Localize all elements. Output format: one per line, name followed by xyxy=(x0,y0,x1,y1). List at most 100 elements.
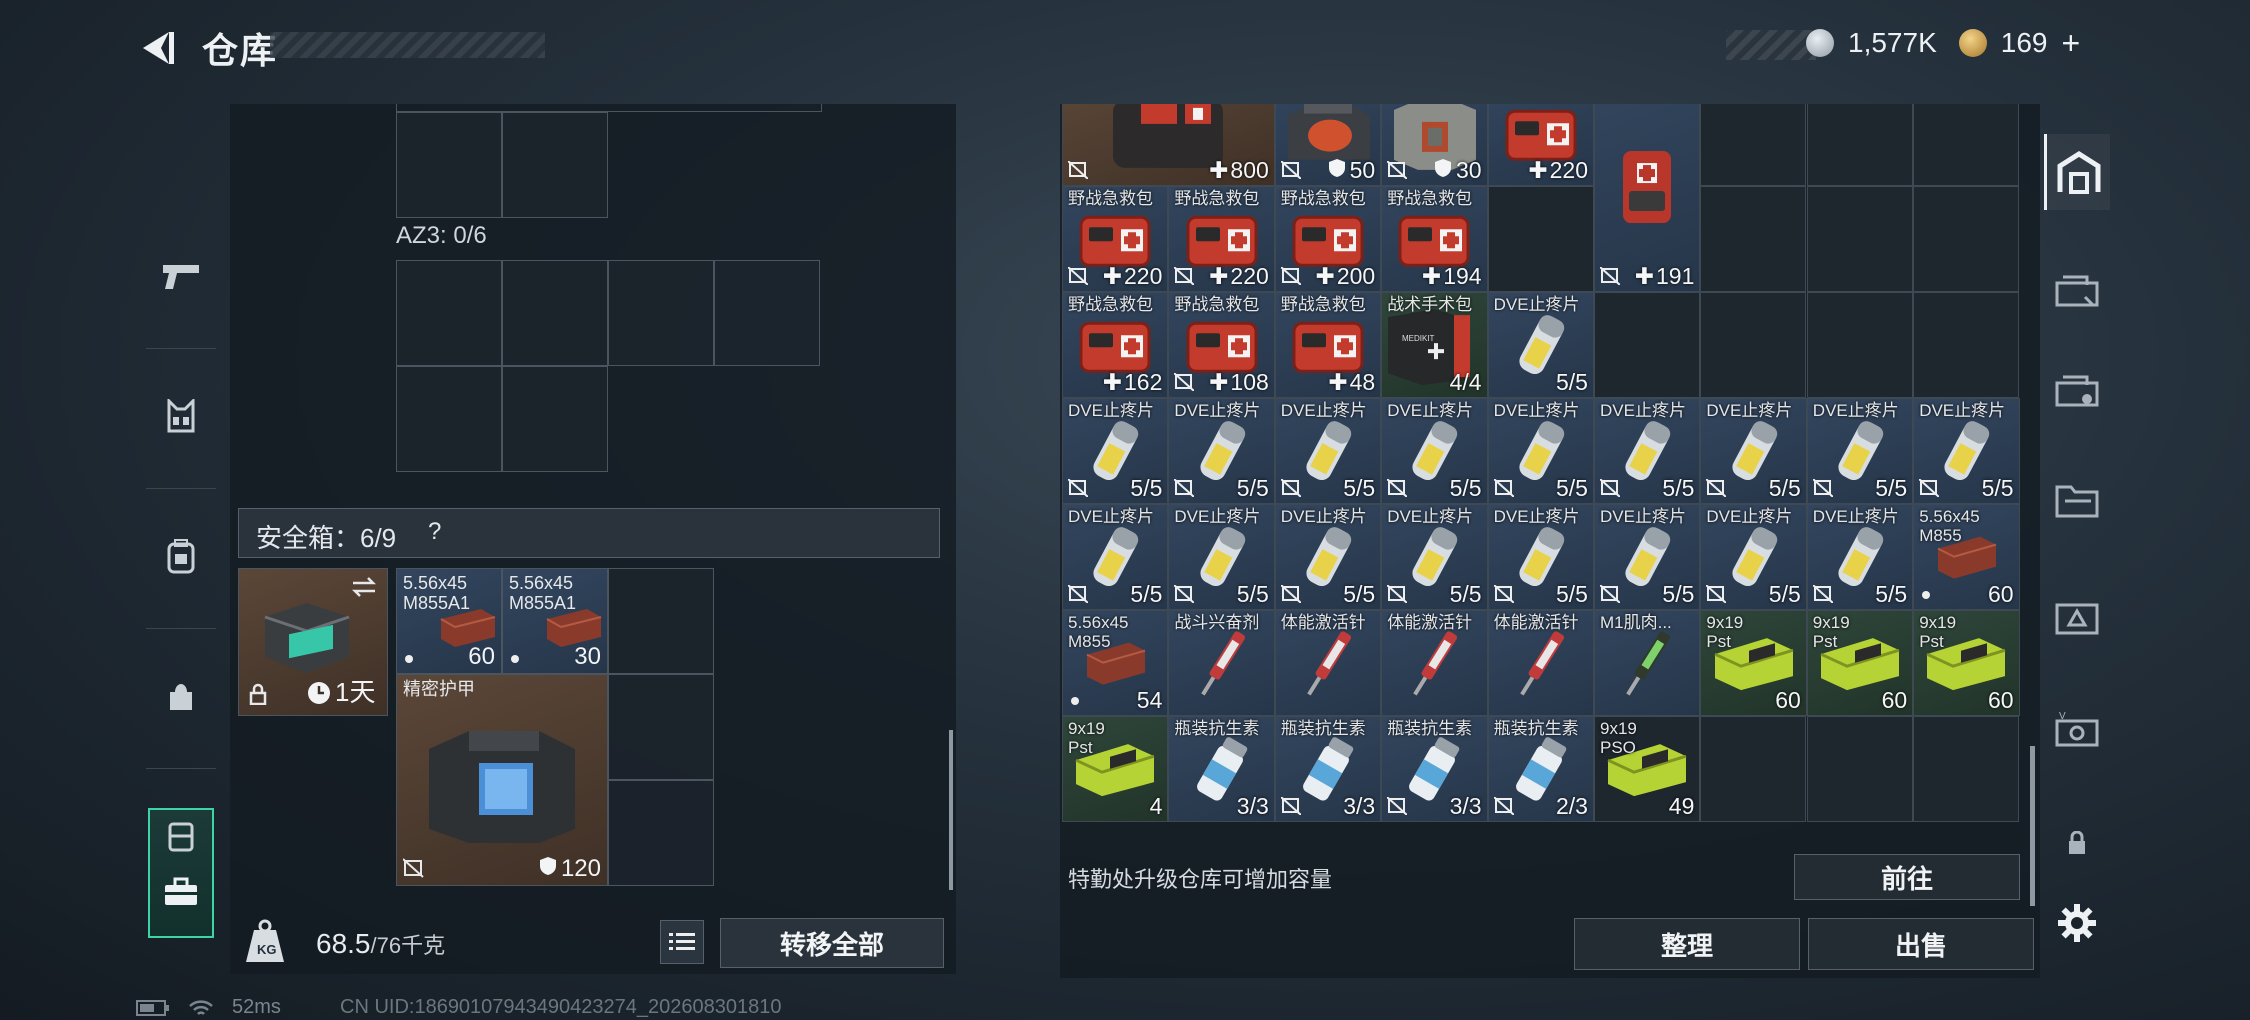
item-slot[interactable]: DVE止疼片 5/5 xyxy=(1381,504,1488,610)
item-slot[interactable]: DVE止疼片 5/5 xyxy=(1168,504,1275,610)
item-slot[interactable]: DVE止疼片 5/5 xyxy=(1487,292,1594,398)
item-slot[interactable]: DVE止疼片 5/5 xyxy=(1806,504,1914,610)
item-slot[interactable]: DVE止疼片 5/5 xyxy=(1700,504,1807,610)
item-slot[interactable]: DVE止疼片 5/5 xyxy=(1594,398,1701,504)
goto-button[interactable]: 前往 xyxy=(1794,854,2020,900)
item-slot[interactable]: 9x19 Pst 4 xyxy=(1062,716,1169,822)
safe-help-button[interactable]: ? xyxy=(428,518,441,546)
item-slot[interactable]: 5.56x45 M855 54 xyxy=(1062,610,1169,716)
grid-cell[interactable] xyxy=(502,112,608,218)
swap-icon[interactable] xyxy=(349,575,379,599)
settings-button[interactable] xyxy=(2044,888,2110,958)
armor-item[interactable]: 精密护甲 120 xyxy=(396,674,608,886)
add-currency-button[interactable]: + xyxy=(2061,25,2080,62)
item-slot[interactable]: DVE止疼片 5/5 xyxy=(1487,504,1594,610)
transfer-all-button[interactable]: 转移全部 xyxy=(720,918,944,968)
item-slot[interactable]: DVE止疼片 5/5 xyxy=(1062,398,1169,504)
item-slot[interactable]: DVE止疼片 5/5 xyxy=(1700,398,1807,504)
az3-cell[interactable] xyxy=(396,260,502,366)
item-slot[interactable]: 9x19 PSO 49 xyxy=(1594,716,1701,822)
tab-backpack[interactable] xyxy=(138,526,224,586)
item-slot[interactable]: M1肌肉... xyxy=(1594,610,1701,716)
item-slot[interactable]: 野战急救包✚220 xyxy=(1487,104,1594,186)
item-slot[interactable]: 野战急救包✚191 xyxy=(1594,104,1701,292)
tab-valuables-storage[interactable]: V xyxy=(2044,694,2110,764)
ammo-item[interactable]: 5.56x45 M855A1 30 xyxy=(502,568,608,674)
ammo-item[interactable]: 5.56x45 M855A1 60 xyxy=(396,568,502,674)
item-slot[interactable]: DVE止疼片 5/5 xyxy=(1168,398,1275,504)
empty-slot[interactable] xyxy=(1700,292,1807,398)
item-slot[interactable]: 瓶装抗生素 3/3 xyxy=(1274,716,1382,822)
empty-slot[interactable] xyxy=(1913,186,2020,292)
empty-slot[interactable] xyxy=(1487,186,1594,292)
empty-slot[interactable] xyxy=(1594,292,1700,398)
item-slot[interactable]: 野战急救包 ✚48 xyxy=(1274,292,1382,398)
item-slot[interactable]: 野战急救包✚220 xyxy=(1062,186,1169,292)
tab-weapons-storage[interactable] xyxy=(2044,254,2110,324)
list-view-button[interactable] xyxy=(660,920,704,964)
az3-cell[interactable] xyxy=(608,260,714,366)
item-slot[interactable]: DVE止疼片 5/5 xyxy=(1806,398,1914,504)
item-slot[interactable]: 野战急救包 ✚200 xyxy=(1274,186,1382,292)
empty-slot[interactable] xyxy=(1806,292,1913,398)
item-slot[interactable]: 野战急救包 ✚108 xyxy=(1168,292,1275,398)
tab-vest[interactable] xyxy=(138,386,224,446)
item-slot[interactable]: 体能激活针 xyxy=(1274,610,1382,716)
back-button[interactable] xyxy=(136,28,182,68)
tab-all-storage[interactable] xyxy=(2044,134,2110,210)
item-slot[interactable]: 瓶装抗生素 3/3 xyxy=(1381,716,1488,822)
tab-safebox[interactable] xyxy=(148,842,214,942)
safe-cell[interactable] xyxy=(608,568,714,674)
item-slot[interactable]: 9x19 Pst 60 xyxy=(1700,610,1807,716)
item-slot[interactable]: 野战急救包 ✚194 xyxy=(1381,186,1488,292)
az3-cell[interactable] xyxy=(502,366,608,472)
item-slot[interactable]: DVE止疼片 5/5 xyxy=(1913,398,2020,504)
safe-cell[interactable] xyxy=(608,674,714,780)
safe-cell[interactable] xyxy=(608,780,714,886)
right-scrollbar[interactable] xyxy=(2030,746,2035,906)
item-slot[interactable]: 瓶装抗生素 2/3 xyxy=(1487,716,1594,822)
empty-slot[interactable] xyxy=(1806,716,1913,822)
tab-locked[interactable] xyxy=(2044,818,2110,868)
item-slot[interactable]: DVE止疼片 5/5 xyxy=(1594,504,1701,610)
item-slot[interactable]: 9x19 Pst 60 xyxy=(1913,610,2020,716)
secure-case-item[interactable]: 1天 xyxy=(238,568,388,716)
item-slot[interactable]: 体能激活针 xyxy=(1381,610,1488,716)
item-slot[interactable]: 9x19 Pst 60 xyxy=(1806,610,1914,716)
tab-weapon[interactable] xyxy=(138,246,224,306)
az3-cell[interactable] xyxy=(396,366,502,472)
az3-cell[interactable] xyxy=(714,260,820,366)
tab-gear-storage[interactable] xyxy=(2044,354,2110,424)
item-slot[interactable]: DVE止疼片 5/5 xyxy=(1487,398,1594,504)
empty-slot[interactable] xyxy=(1700,186,1807,292)
empty-slot[interactable] xyxy=(1700,104,1807,186)
item-slot[interactable]: ✚800 xyxy=(1062,104,1275,186)
tab-ammo-storage[interactable] xyxy=(2044,464,2110,534)
item-slot[interactable]: 体能激活针 xyxy=(1487,610,1594,716)
item-slot[interactable]: DVE止疼片 5/5 xyxy=(1062,504,1169,610)
item-slot[interactable]: 瓶装抗生素 3/3 xyxy=(1168,716,1275,822)
sell-button[interactable]: 出售 xyxy=(1808,918,2034,970)
item-slot[interactable]: MEDIKIT 战术手术包 4/4 xyxy=(1381,292,1488,398)
left-scrollbar[interactable] xyxy=(949,730,953,890)
item-slot[interactable]: 野战急救包✚220 xyxy=(1168,186,1275,292)
empty-slot[interactable] xyxy=(1700,716,1807,822)
item-slot[interactable]: DVE止疼片 5/5 xyxy=(1274,504,1382,610)
empty-slot[interactable] xyxy=(1806,104,1913,186)
empty-slot[interactable] xyxy=(1913,716,2020,822)
item-slot[interactable]: 自制头盔30 xyxy=(1381,104,1488,186)
item-slot[interactable]: DVE止疼片 5/5 xyxy=(1381,398,1488,504)
item-slot[interactable]: DVE止疼片 5/5 xyxy=(1274,398,1382,504)
tab-pouch[interactable] xyxy=(138,666,224,726)
grid-cell[interactable] xyxy=(396,112,502,218)
item-slot[interactable]: 标准头盔50 xyxy=(1274,104,1382,186)
item-slot[interactable]: 5.56x45 M855 60 xyxy=(1913,504,2020,610)
tab-medical-storage[interactable] xyxy=(2044,582,2110,652)
item-slot[interactable]: 野战急救包 ✚162 xyxy=(1062,292,1169,398)
empty-slot[interactable] xyxy=(1913,292,2020,398)
empty-slot[interactable] xyxy=(1913,104,2020,186)
az3-cell[interactable] xyxy=(502,260,608,366)
item-slot[interactable]: 战斗兴奋剂 xyxy=(1168,610,1275,716)
sort-button[interactable]: 整理 xyxy=(1574,918,1800,970)
empty-slot[interactable] xyxy=(1806,186,1913,292)
